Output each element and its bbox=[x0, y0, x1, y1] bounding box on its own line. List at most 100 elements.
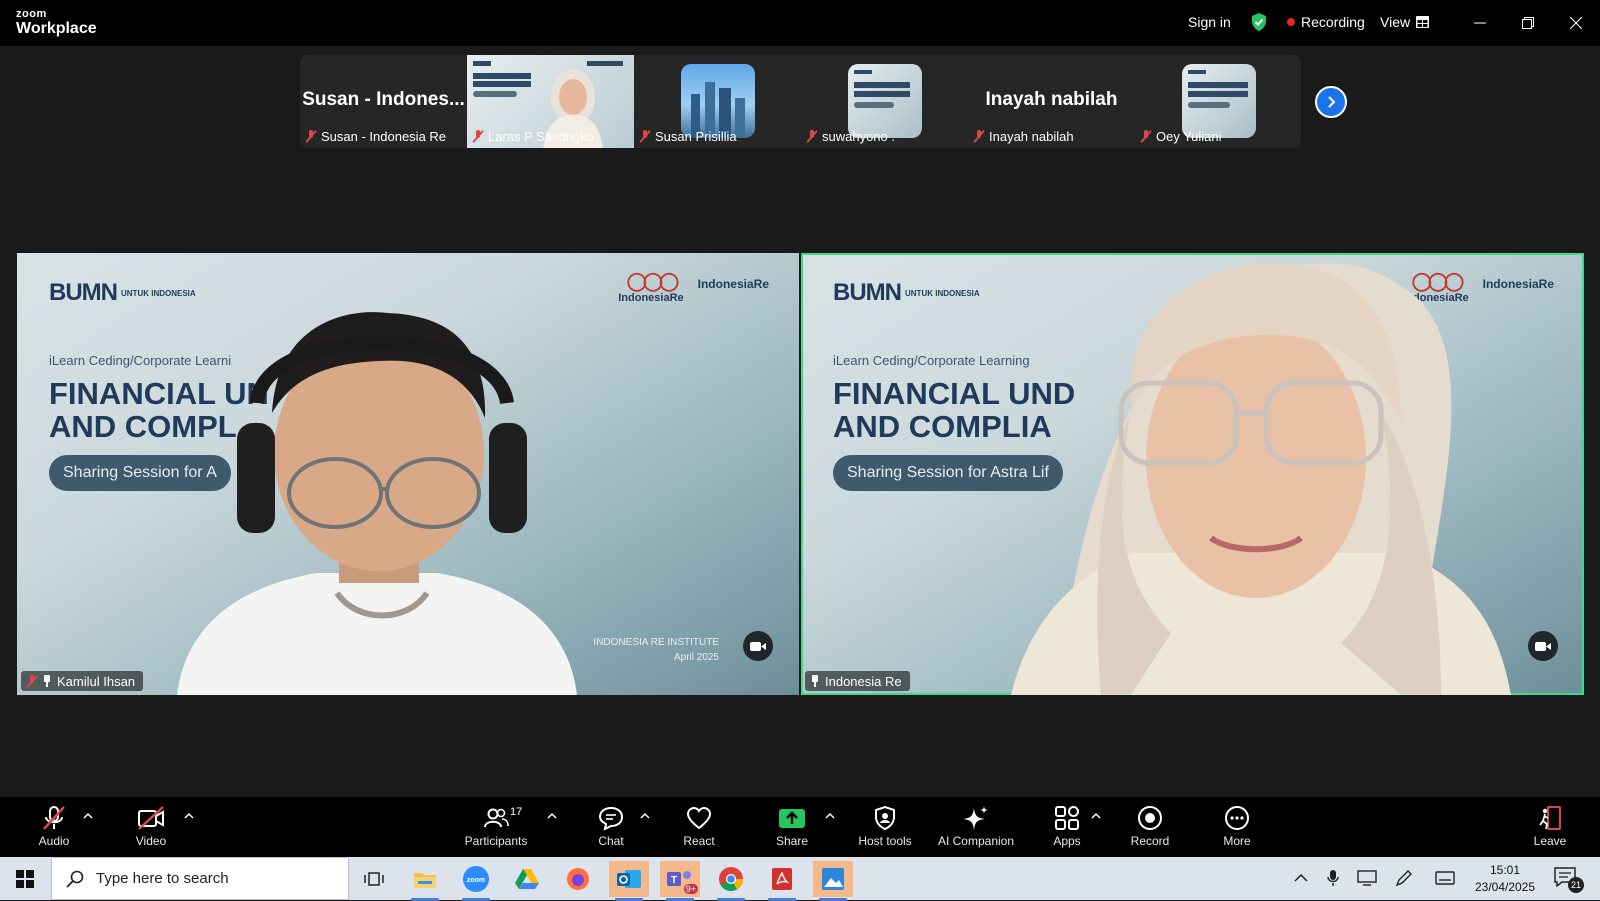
camera-icon bbox=[743, 631, 773, 661]
view-label: View bbox=[1380, 14, 1411, 30]
sparkle-icon bbox=[963, 806, 988, 830]
taskbar-search[interactable]: Type here to search bbox=[51, 857, 349, 900]
task-view-icon[interactable] bbox=[354, 861, 394, 897]
participant-thumb[interactable]: Oey Yuliani bbox=[1135, 55, 1301, 148]
chat-options-caret-icon[interactable] bbox=[639, 810, 651, 822]
participants-icon bbox=[484, 808, 509, 828]
zoom-app-icon[interactable]: zoom bbox=[456, 861, 496, 901]
sign-in-link[interactable]: Sign in bbox=[1188, 14, 1231, 30]
video-name-tag: Kamilul Ihsan bbox=[21, 671, 144, 691]
participant-thumb[interactable]: Susan - Indones... Susan - Indonesia Re bbox=[300, 55, 467, 148]
record-icon bbox=[1138, 806, 1162, 830]
search-icon bbox=[66, 870, 84, 888]
heart-icon bbox=[686, 806, 712, 830]
participant-name: Susan - Indonesia Re bbox=[321, 129, 447, 144]
apps-options-caret-icon[interactable] bbox=[1090, 810, 1102, 822]
camera-icon bbox=[1528, 631, 1558, 661]
recording-label: Recording bbox=[1301, 14, 1365, 30]
participant-name: Oey Yuliani bbox=[1156, 129, 1222, 144]
leave-button[interactable]: Leave bbox=[1505, 804, 1595, 848]
more-button[interactable]: More bbox=[1192, 804, 1282, 848]
touch-keyboard-icon[interactable] bbox=[1433, 866, 1457, 890]
participant-person bbox=[1011, 263, 1511, 695]
video-options-caret-icon[interactable] bbox=[183, 810, 195, 822]
windows-start-icon[interactable] bbox=[5, 861, 45, 897]
mic-muted-icon bbox=[27, 674, 37, 688]
leave-door-icon bbox=[1539, 806, 1561, 830]
logo-zoom: zoom bbox=[16, 8, 47, 20]
notification-count: 21 bbox=[1568, 877, 1584, 893]
participant-name: Inayah nabilah bbox=[989, 129, 1074, 144]
teams-badge: 9+ bbox=[683, 884, 698, 894]
participant-avatar bbox=[680, 64, 755, 138]
network-tray-icon[interactable] bbox=[1355, 866, 1379, 890]
participant-person bbox=[177, 312, 577, 695]
app-logo: zoom Workplace bbox=[16, 9, 97, 37]
acrobat-icon[interactable] bbox=[762, 861, 802, 901]
taskbar-clock[interactable]: 15:01 23/04/2025 bbox=[1470, 862, 1540, 896]
participants-options-caret-icon[interactable] bbox=[546, 810, 558, 822]
participant-name: Kamilul Ihsan bbox=[57, 673, 136, 689]
audio-options-caret-icon[interactable] bbox=[82, 810, 94, 822]
participant-name: Laras P Sasongko bbox=[488, 129, 594, 144]
outlook-icon[interactable] bbox=[609, 861, 649, 901]
meeting-toolbar: Audio Video 17 Participants Chat React S… bbox=[0, 797, 1600, 857]
show-hidden-icons-caret-icon[interactable] bbox=[1289, 866, 1313, 890]
participant-thumb[interactable]: Susan Prisillia bbox=[634, 55, 801, 148]
apps-grid-icon bbox=[1055, 806, 1079, 830]
participants-button[interactable]: 17 Participants bbox=[451, 804, 541, 848]
title-bar: zoom Workplace Sign in Recording View bbox=[0, 0, 1600, 46]
photos-app-icon[interactable] bbox=[813, 861, 853, 901]
pen-tray-icon[interactable] bbox=[1392, 866, 1416, 890]
participant-thumb[interactable]: suwahyono . bbox=[801, 55, 968, 148]
next-page-button[interactable] bbox=[1315, 86, 1347, 118]
host-tools-button[interactable]: Host tools bbox=[840, 804, 930, 848]
svg-text:T: T bbox=[671, 875, 677, 886]
mic-muted-icon bbox=[306, 130, 316, 143]
mic-muted-icon bbox=[807, 130, 817, 143]
participant-strip: Susan - Indones... Susan - Indonesia Re … bbox=[300, 55, 1301, 148]
participant-avatar bbox=[1181, 64, 1256, 138]
video-tile-active-speaker[interactable]: BUMN UNTUK INDONESIA ◯◯◯ IndonesiaRe Indon… bbox=[801, 253, 1584, 695]
file-explorer-icon[interactable] bbox=[405, 861, 445, 901]
windows-taskbar: Type here to search zoom T 9+ 15:01 23/04… bbox=[0, 857, 1600, 901]
react-button[interactable]: React bbox=[654, 804, 744, 848]
view-button[interactable]: View bbox=[1380, 14, 1430, 30]
mic-muted-icon bbox=[1141, 130, 1151, 143]
ai-companion-button[interactable]: AI Companion bbox=[931, 804, 1021, 848]
microphone-tray-icon[interactable] bbox=[1321, 866, 1345, 890]
participant-name: Indonesia Re bbox=[825, 673, 902, 689]
notification-center-icon[interactable]: 21 bbox=[1554, 867, 1584, 893]
video-camera-off-icon bbox=[138, 806, 164, 830]
security-shield-icon[interactable] bbox=[1250, 12, 1268, 32]
participant-thumb[interactable]: Laras P Sasongko bbox=[467, 55, 634, 148]
mic-muted-icon bbox=[640, 130, 650, 143]
pin-icon bbox=[811, 675, 819, 687]
microphone-muted-icon bbox=[43, 806, 65, 830]
share-options-caret-icon[interactable] bbox=[824, 810, 836, 822]
participant-thumb[interactable]: Inayah nabilah Inayah nabilah bbox=[968, 55, 1135, 148]
teams-icon[interactable]: T 9+ bbox=[660, 861, 700, 901]
grid-view-icon bbox=[1416, 16, 1430, 28]
participant-name: suwahyono . bbox=[822, 129, 895, 144]
logo-workplace: Workplace bbox=[16, 20, 97, 37]
participant-display-name: Inayah nabilah bbox=[985, 89, 1118, 110]
google-drive-icon[interactable] bbox=[507, 861, 547, 897]
participant-name: Susan Prisillia bbox=[655, 129, 737, 144]
chat-bubble-icon bbox=[598, 806, 624, 831]
record-button[interactable]: Record bbox=[1105, 804, 1195, 848]
restore-icon[interactable] bbox=[1516, 11, 1540, 35]
shield-icon bbox=[875, 805, 895, 831]
firefox-icon[interactable] bbox=[558, 861, 598, 897]
chrome-icon[interactable] bbox=[711, 861, 751, 901]
pin-icon bbox=[43, 675, 51, 687]
recording-dot-icon bbox=[1287, 18, 1295, 26]
video-tile[interactable]: BUMN UNTUK INDONESIA ◯◯◯ IndonesiaRe Indon… bbox=[17, 253, 799, 695]
video-name-tag: Indonesia Re bbox=[805, 671, 910, 691]
minimize-icon[interactable] bbox=[1468, 11, 1492, 35]
share-screen-icon bbox=[779, 809, 805, 828]
participant-display-name: Susan - Indones... bbox=[302, 89, 465, 110]
close-icon[interactable] bbox=[1564, 11, 1588, 35]
clock-date: 23/04/2025 bbox=[1474, 880, 1536, 894]
recording-indicator[interactable]: Recording bbox=[1287, 14, 1365, 30]
